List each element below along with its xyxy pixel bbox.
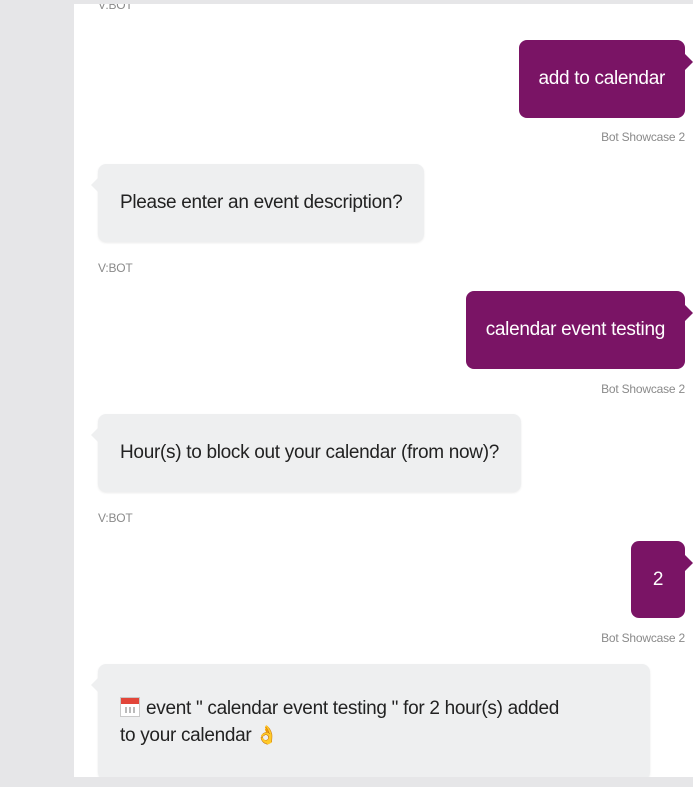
- bot-message: Hour(s) to block out your calendar (from…: [90, 414, 522, 492]
- user-message: calendar event testing: [465, 291, 693, 369]
- ok-hand-icon: 👌: [255, 724, 278, 745]
- user-message-text: calendar event testing: [485, 319, 666, 340]
- user-message: add to calendar: [518, 40, 693, 118]
- user-message-text: add to calendar: [538, 68, 666, 89]
- bot-message-text: Please enter an event description?: [120, 192, 403, 213]
- sender-label: Bot Showcase 2: [601, 130, 685, 144]
- bot-message-text: Hour(s) to block out your calendar (from…: [120, 442, 500, 463]
- bot-message-line: event " calendar event testing " for 2 h…: [146, 697, 559, 719]
- calendar-icon: [120, 696, 140, 717]
- chat-transcript[interactable]: V:BOT add to calendar Bot Showcase 2 Ple…: [74, 4, 693, 777]
- sender-label: V:BOT: [98, 511, 133, 525]
- sender-label: V:BOT: [98, 261, 133, 275]
- user-message-text: 2: [652, 568, 664, 590]
- bot-message-text: event " calendar event testing " for 2 h…: [120, 696, 559, 749]
- user-message: 2: [631, 541, 693, 618]
- left-sidebar: [0, 0, 74, 787]
- bot-message: Please enter an event description?: [90, 164, 425, 242]
- sender-label: Bot Showcase 2: [601, 631, 685, 645]
- sender-label: V:BOT: [98, 4, 133, 12]
- sender-label: Bot Showcase 2: [601, 382, 685, 396]
- bot-message-line: to your calendar: [120, 724, 252, 746]
- bot-message: event " calendar event testing " for 2 h…: [91, 664, 650, 777]
- bottom-edge: [0, 777, 693, 787]
